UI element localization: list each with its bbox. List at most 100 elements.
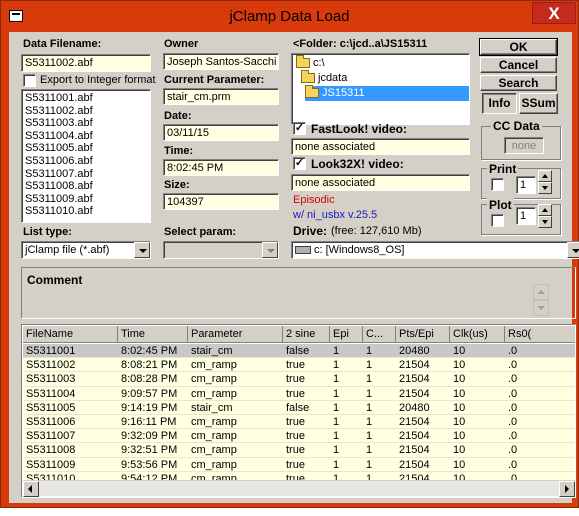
spinner-up-icon[interactable] bbox=[538, 204, 552, 216]
title-bar[interactable]: jClamp Data Load X bbox=[1, 1, 578, 33]
table-row[interactable]: S5311006 9:16:11 PM cm_ramp true 1 1 21504 10 .0 bbox=[23, 415, 575, 430]
print-spinner[interactable] bbox=[538, 170, 552, 194]
table-cell: 1 bbox=[366, 373, 373, 386]
export-integer-checkbox[interactable] bbox=[23, 74, 36, 87]
list-item[interactable]: S5311007.abf bbox=[22, 168, 150, 181]
column-header[interactable]: Pts/Epi bbox=[396, 326, 450, 343]
plot-spinner[interactable] bbox=[538, 204, 552, 228]
chevron-down-icon[interactable] bbox=[134, 242, 150, 258]
list-item[interactable]: S5311001.abf bbox=[22, 92, 150, 105]
owner-label: Owner bbox=[164, 38, 199, 50]
table-row[interactable]: S5311004 9:09:57 PM cm_ramp true 1 1 21504 10 .0 bbox=[23, 386, 575, 401]
chevron-down-icon[interactable] bbox=[567, 242, 579, 258]
list-item[interactable]: S5311008.abf bbox=[22, 180, 150, 193]
table-cell: S5311008 bbox=[26, 444, 76, 457]
drive-select[interactable]: c: [Windows8_OS] bbox=[291, 241, 579, 259]
list-item[interactable]: S5311006.abf bbox=[22, 155, 150, 168]
list-item[interactable]: S5311009.abf bbox=[22, 193, 150, 206]
table-cell: 1 bbox=[333, 416, 340, 428]
info-button[interactable]: Info bbox=[482, 93, 517, 114]
folder-item-jcdata[interactable]: jcdata bbox=[301, 70, 347, 86]
list-type-select[interactable]: jClamp file (*.abf) bbox=[21, 241, 151, 259]
table-cell: 10 bbox=[453, 387, 466, 400]
folder-item-root[interactable]: c:\ bbox=[296, 55, 325, 71]
scroll-right-icon[interactable] bbox=[559, 481, 575, 497]
table-cell: true bbox=[286, 416, 305, 428]
table-row[interactable]: S5311009 9:53:56 PM cm_ramp true 1 1 21504 10 .0 bbox=[23, 457, 575, 472]
ssum-button[interactable]: SSum bbox=[519, 93, 558, 114]
table-cell: 1 bbox=[333, 430, 340, 443]
owner-field[interactable]: Joseph Santos-Sacchi bbox=[163, 53, 279, 70]
table-cell: true bbox=[286, 387, 305, 400]
current-parameter-field[interactable]: stair_cm.prm bbox=[163, 88, 279, 105]
folder-item-js15311[interactable]: JS15311 bbox=[305, 85, 469, 101]
chevron-down-icon[interactable] bbox=[262, 242, 278, 258]
table-cell: true bbox=[286, 458, 305, 471]
time-field[interactable]: 8:02:45 PM bbox=[163, 159, 279, 176]
table-cell: 1 bbox=[366, 444, 373, 457]
column-header[interactable]: FileName bbox=[23, 326, 118, 343]
table-cell: 21504 bbox=[399, 444, 430, 457]
column-header[interactable]: Parameter bbox=[188, 326, 283, 343]
table-cell: 10 bbox=[453, 401, 466, 414]
table-cell: 1 bbox=[366, 401, 373, 414]
print-checkbox[interactable] bbox=[491, 178, 504, 191]
data-filename-input[interactable]: S5311002.abf bbox=[21, 54, 151, 72]
list-item[interactable]: S5311003.abf bbox=[22, 117, 150, 130]
plot-count-field[interactable]: 1 bbox=[516, 207, 536, 225]
table-cell: .0 bbox=[508, 458, 518, 471]
table-cell: 10 bbox=[453, 416, 466, 428]
plot-checkbox[interactable] bbox=[491, 214, 504, 227]
column-header[interactable]: Clk(us) bbox=[450, 326, 505, 343]
column-header[interactable]: C... bbox=[363, 326, 396, 343]
comment-scroll-up-icon[interactable] bbox=[533, 284, 549, 300]
spinner-down-icon[interactable] bbox=[538, 182, 552, 194]
ok-button[interactable]: OK bbox=[479, 38, 558, 56]
horizontal-scrollbar[interactable] bbox=[23, 480, 575, 497]
spinner-down-icon[interactable] bbox=[538, 216, 552, 228]
column-header[interactable]: Epi bbox=[330, 326, 363, 343]
size-field[interactable]: 104397 bbox=[163, 193, 279, 210]
table-cell: true bbox=[286, 359, 305, 372]
scroll-left-icon[interactable] bbox=[23, 481, 39, 497]
look32x-video-field[interactable]: none associated bbox=[291, 174, 470, 191]
table-cell: .0 bbox=[508, 373, 518, 386]
open-folder-icon bbox=[305, 85, 319, 99]
select-param-select[interactable] bbox=[163, 241, 279, 259]
table-cell: 1 bbox=[333, 387, 340, 400]
comment-scroll-down-icon[interactable] bbox=[533, 300, 549, 316]
fastlook-checkbox[interactable]: ✓ bbox=[293, 122, 306, 135]
spinner-up-icon[interactable] bbox=[538, 170, 552, 182]
file-table[interactable]: FileName Time Parameter 2 sine Epi C... Pts/Ep… bbox=[21, 324, 576, 498]
close-button[interactable]: X bbox=[532, 2, 576, 24]
table-cell: 1 bbox=[333, 373, 340, 386]
drive-icon bbox=[295, 246, 311, 255]
list-item[interactable]: S5311002.abf bbox=[22, 105, 150, 118]
cc-data-field: none bbox=[504, 137, 544, 154]
column-header[interactable]: 2 sine bbox=[283, 326, 330, 343]
drive-label: Drive: bbox=[293, 224, 328, 238]
column-header[interactable]: Time bbox=[118, 326, 188, 343]
file-list[interactable]: S5311001.abf S5311002.abf S5311003.abf S531… bbox=[21, 89, 151, 223]
table-row[interactable]: S5311008 9:32:51 PM cm_ramp true 1 1 21504 10 .0 bbox=[23, 443, 575, 458]
list-item[interactable]: S5311004.abf bbox=[22, 130, 150, 143]
table-row[interactable]: S5311003 8:08:28 PM cm_ramp true 1 1 21504 10 .0 bbox=[23, 372, 575, 387]
date-field[interactable]: 03/11/15 bbox=[163, 124, 279, 141]
print-label: Print bbox=[487, 162, 519, 176]
print-count-field[interactable]: 1 bbox=[516, 176, 536, 194]
search-button[interactable]: Search bbox=[480, 75, 557, 91]
table-row[interactable]: S5311007 9:32:09 PM cm_ramp true 1 1 21504 10 .0 bbox=[23, 429, 575, 444]
comment-text[interactable] bbox=[27, 289, 532, 313]
list-item[interactable]: S5311010.abf bbox=[22, 205, 150, 218]
table-cell: S5311003 bbox=[26, 373, 76, 386]
table-cell: 8:08:21 PM bbox=[121, 359, 178, 372]
folder-tree[interactable]: c:\ jcdata JS15311 bbox=[291, 53, 470, 125]
table-row[interactable]: S5311005 9:14:19 PM stair_cm false 1 1 20480 10… bbox=[23, 400, 575, 415]
look32x-checkbox[interactable]: ✓ bbox=[293, 157, 306, 170]
list-item[interactable]: S5311005.abf bbox=[22, 142, 150, 155]
fastlook-video-field[interactable]: none associated bbox=[291, 138, 470, 155]
cancel-button[interactable]: Cancel bbox=[480, 57, 557, 73]
column-header[interactable]: Rs0( bbox=[505, 326, 575, 343]
table-row[interactable]: S5311001 8:02:45 PM stair_cm false 1 1 20480 10… bbox=[23, 344, 575, 359]
table-row[interactable]: S5311002 8:08:21 PM cm_ramp true 1 1 21504 10 .0 bbox=[23, 358, 575, 373]
